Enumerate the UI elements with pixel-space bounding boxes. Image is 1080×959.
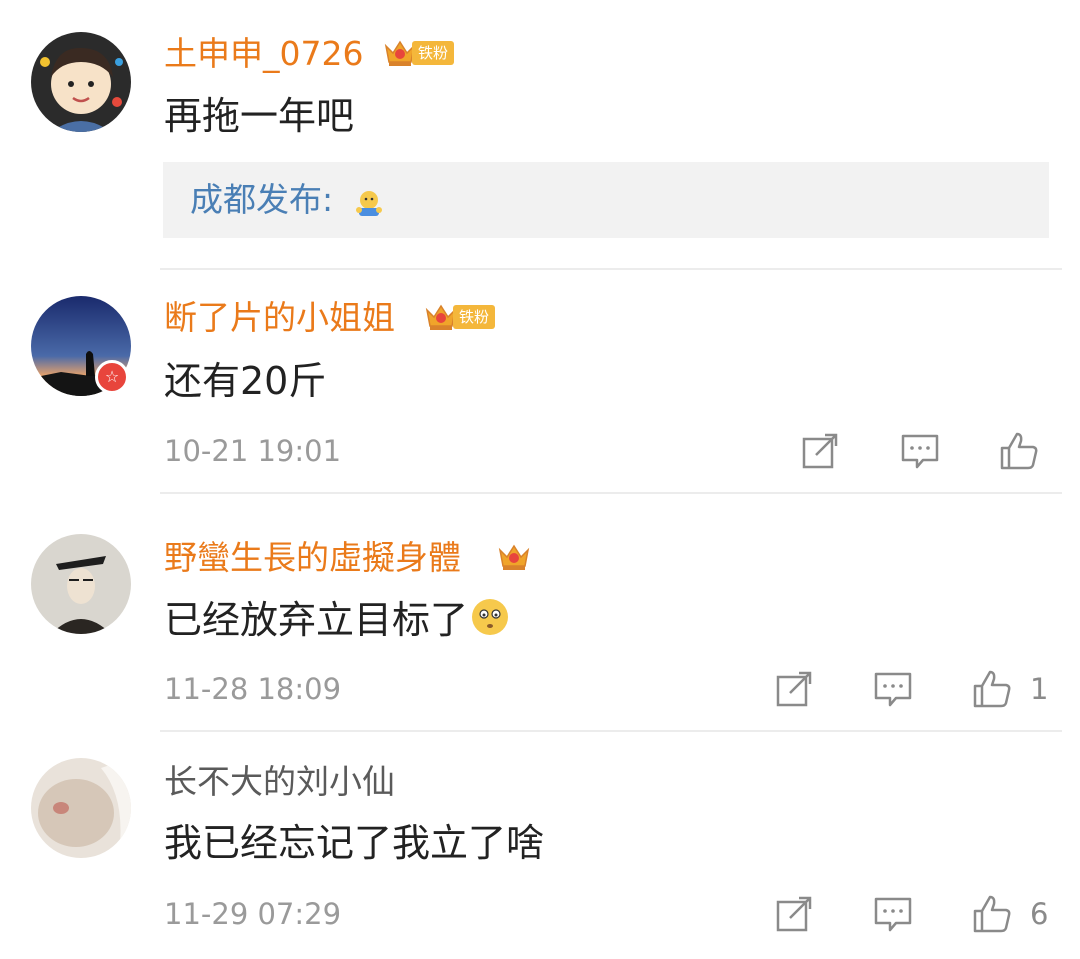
reply-author[interactable]: 成都发布: bbox=[190, 180, 333, 220]
crown-icon bbox=[497, 542, 531, 572]
timestamp: 10-21 19:01 bbox=[164, 434, 342, 468]
fan-badge: 铁粉 bbox=[453, 305, 496, 329]
share-icon[interactable] bbox=[773, 668, 815, 710]
hug-emoji-icon bbox=[353, 188, 385, 220]
comment-icon[interactable] bbox=[899, 430, 941, 472]
share-icon[interactable] bbox=[773, 893, 815, 935]
comment-text: 已经放弃立目标了 bbox=[164, 597, 510, 643]
reply-author-name[interactable]: 成都发布 bbox=[190, 180, 322, 219]
comment-item: 土申申_0726 铁粉 再拖一年吧 成都发布: bbox=[0, 0, 1080, 270]
comment-icon[interactable] bbox=[872, 893, 914, 935]
comment-item: ☆ 断了片的小姐姐 铁粉 还有20斤 10-21 19:01 bbox=[0, 270, 1080, 494]
username[interactable]: 土申申_0726 bbox=[164, 34, 363, 74]
timestamp: 11-29 07:29 bbox=[164, 897, 342, 931]
like-count: 1 bbox=[1030, 672, 1049, 706]
username[interactable]: 断了片的小姐姐 bbox=[164, 298, 395, 338]
dizzy-emoji-icon bbox=[470, 597, 510, 637]
comment-text-value: 已经放弃立目标了 bbox=[164, 598, 469, 642]
like-count: 6 bbox=[1030, 897, 1049, 931]
reply-preview[interactable]: 成都发布: bbox=[163, 162, 1049, 238]
verified-badge-icon: ☆ bbox=[95, 360, 129, 394]
like-icon[interactable] bbox=[971, 893, 1013, 935]
comment-item: 野蠻生長的虛擬身體 已经放弃立目标了 11-28 18:09 1 bbox=[0, 494, 1080, 732]
avatar[interactable] bbox=[31, 534, 131, 634]
like-icon[interactable] bbox=[971, 668, 1013, 710]
comment-item: 长不大的刘小仙 我已经忘记了我立了啥 11-29 07:29 6 bbox=[0, 732, 1080, 959]
avatar[interactable] bbox=[31, 758, 131, 858]
comment-text: 再拖一年吧 bbox=[164, 94, 355, 138]
comment-icon[interactable] bbox=[872, 668, 914, 710]
comment-text: 还有20斤 bbox=[164, 359, 327, 403]
username[interactable]: 野蠻生長的虛擬身體 bbox=[164, 538, 461, 578]
username[interactable]: 长不大的刘小仙 bbox=[164, 762, 395, 802]
reply-colon: : bbox=[322, 180, 334, 219]
like-icon[interactable] bbox=[998, 430, 1040, 472]
avatar[interactable] bbox=[31, 32, 131, 132]
share-icon[interactable] bbox=[799, 430, 841, 472]
fan-badge: 铁粉 bbox=[412, 41, 455, 65]
comment-text: 我已经忘记了我立了啥 bbox=[164, 821, 545, 865]
timestamp: 11-28 18:09 bbox=[164, 672, 342, 706]
